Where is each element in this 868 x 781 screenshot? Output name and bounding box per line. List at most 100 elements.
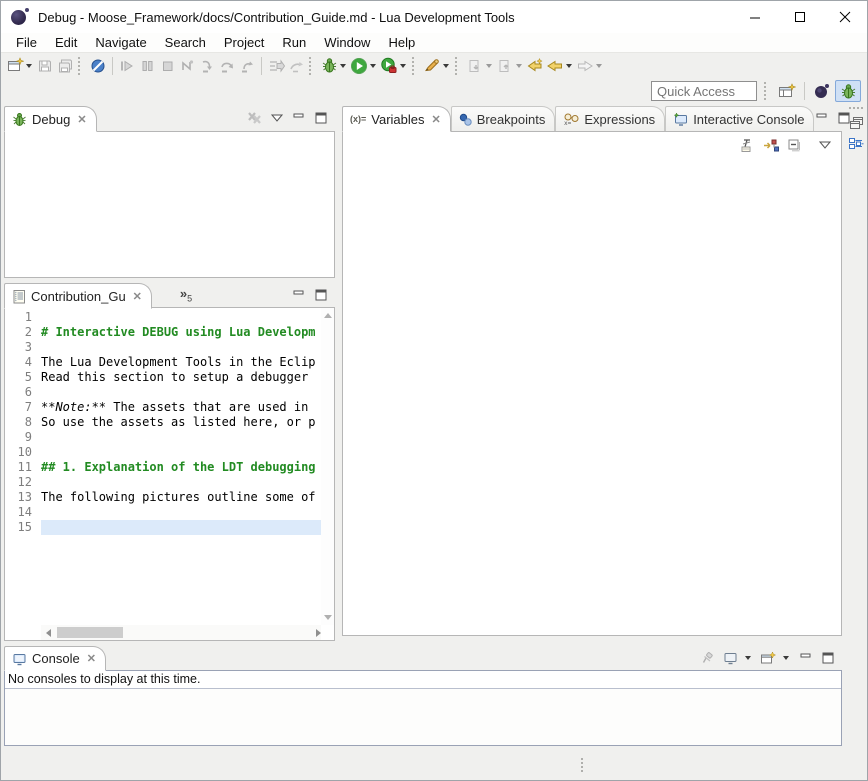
open-console-button[interactable] (760, 650, 776, 666)
ldt-perspective-button[interactable] (809, 80, 835, 102)
menu-file[interactable]: File (7, 33, 46, 52)
pin-console-button[interactable] (700, 650, 716, 666)
variables-minimize-button[interactable] (814, 110, 830, 126)
window-close-button[interactable] (822, 1, 867, 33)
variables-content[interactable] (342, 131, 842, 636)
resume-button[interactable] (117, 55, 137, 77)
display-selected-console-button[interactable] (722, 650, 738, 666)
window-maximize-button[interactable] (777, 1, 822, 33)
variables-maximize-button[interactable] (836, 110, 852, 126)
coverage-launch-button[interactable] (379, 55, 399, 77)
scroll-right-icon[interactable] (307, 625, 321, 640)
close-icon[interactable]: ✕ (77, 113, 86, 126)
step-into-button[interactable] (197, 55, 217, 77)
editor-vertical-scrollbar[interactable] (321, 308, 334, 625)
skip-breakpoints-icon (90, 58, 106, 74)
open-perspective-button[interactable] (774, 80, 800, 102)
debug-launch-dropdown[interactable] (340, 64, 346, 68)
scroll-left-icon[interactable] (41, 625, 55, 640)
console-content[interactable]: No consoles to display at this time. (4, 670, 842, 746)
step-return-icon (239, 58, 255, 74)
external-tools-button[interactable] (422, 55, 442, 77)
editor-maximize-button[interactable] (313, 287, 329, 303)
outline-view-button[interactable] (846, 135, 866, 155)
editor-content[interactable]: 123456789101112131415 # Interactive DEBU… (4, 307, 335, 641)
use-step-filters-button[interactable] (266, 55, 286, 77)
console-tab[interactable]: Console ✕ (4, 646, 106, 671)
next-annotation-dropdown[interactable] (486, 64, 492, 68)
suspend-button[interactable] (137, 55, 157, 77)
show-type-names-button[interactable] (740, 137, 756, 153)
last-edit-location-button[interactable] (525, 55, 545, 77)
editor-text-area[interactable]: # Interactive DEBUG using Lua Developm T… (41, 308, 321, 625)
debug-view-maximize-button[interactable] (313, 110, 329, 126)
debug-view-tab[interactable]: Debug ✕ (4, 106, 97, 132)
scrollbar-thumb[interactable] (57, 627, 123, 638)
close-icon[interactable]: ✕ (133, 290, 142, 303)
editor-tab-contribution-guide[interactable]: Contribution_Gu ✕ (4, 283, 152, 309)
step-commands-button[interactable] (286, 55, 306, 77)
open-console-dropdown[interactable] (783, 656, 789, 660)
perspective-bar (1, 78, 867, 104)
show-logical-structure-button[interactable] (763, 137, 779, 153)
menu-help[interactable]: Help (379, 33, 424, 52)
remove-terminated-button[interactable] (247, 110, 263, 126)
editor-minimize-button[interactable] (291, 287, 307, 303)
debug-perspective-button[interactable] (835, 80, 861, 102)
run-launch-button[interactable] (349, 55, 369, 77)
step-over-button[interactable] (217, 55, 237, 77)
external-tools-dropdown[interactable] (443, 64, 449, 68)
new-wizard-dropdown[interactable] (26, 64, 32, 68)
step-return-button[interactable] (237, 55, 257, 77)
console-minimize-button[interactable] (798, 650, 814, 666)
previous-annotation-dropdown[interactable] (516, 64, 522, 68)
debug-launch-button[interactable] (319, 55, 339, 77)
tab-breakpoints[interactable]: Breakpoints (451, 106, 556, 131)
menu-edit[interactable]: Edit (46, 33, 86, 52)
quick-access-input[interactable] (651, 81, 757, 101)
tab-expressions[interactable]: x= Expressions (555, 106, 665, 131)
close-icon[interactable]: ✕ (87, 652, 96, 665)
forward-button[interactable] (575, 55, 595, 77)
back-button[interactable] (545, 55, 565, 77)
suspend-icon (140, 58, 155, 74)
editor-more-tabs-chevron[interactable]: »5 (152, 283, 192, 304)
editor-horizontal-scrollbar[interactable] (41, 625, 321, 640)
debug-view-minimize-button[interactable] (291, 110, 307, 126)
skip-all-breakpoints-button[interactable] (88, 55, 108, 77)
window-minimize-button[interactable] (732, 1, 777, 33)
toolbar-separator (261, 57, 262, 75)
menu-project[interactable]: Project (215, 33, 273, 52)
run-launch-dropdown[interactable] (370, 64, 376, 68)
tab-interactive-console[interactable]: Interactive Console (665, 106, 814, 131)
maximize-panel-icon (315, 112, 328, 124)
menu-run[interactable]: Run (273, 33, 315, 52)
forward-dropdown[interactable] (596, 64, 602, 68)
debug-view-content[interactable] (4, 131, 335, 278)
menu-search[interactable]: Search (156, 33, 215, 52)
menu-navigate[interactable]: Navigate (86, 33, 155, 52)
previous-annotation-button[interactable] (495, 55, 515, 77)
close-icon[interactable]: ✕ (432, 113, 441, 126)
display-console-dropdown[interactable] (745, 656, 751, 660)
use-step-filters-icon (268, 58, 285, 74)
debug-view-menu-button[interactable] (269, 110, 285, 126)
console-maximize-button[interactable] (820, 650, 836, 666)
back-dropdown[interactable] (566, 64, 572, 68)
console-view: Console ✕ (4, 646, 842, 746)
debug-bug-icon (321, 57, 338, 74)
variables-view-menu-button[interactable] (817, 137, 833, 153)
terminate-icon (160, 58, 175, 74)
next-annotation-button[interactable] (465, 55, 485, 77)
sash-drag-handle[interactable] (581, 758, 583, 772)
disconnect-button[interactable] (177, 55, 197, 77)
save-button[interactable] (35, 55, 55, 77)
menu-window[interactable]: Window (315, 33, 379, 52)
editor-line: The Lua Development Tools in the Eclip (41, 355, 321, 370)
collapse-all-button[interactable] (786, 137, 802, 153)
new-wizard-button[interactable] (5, 55, 25, 77)
terminate-button[interactable] (157, 55, 177, 77)
tab-variables[interactable]: (x)= Variables ✕ (342, 106, 451, 132)
coverage-launch-dropdown[interactable] (400, 64, 406, 68)
save-all-button[interactable] (55, 55, 75, 77)
